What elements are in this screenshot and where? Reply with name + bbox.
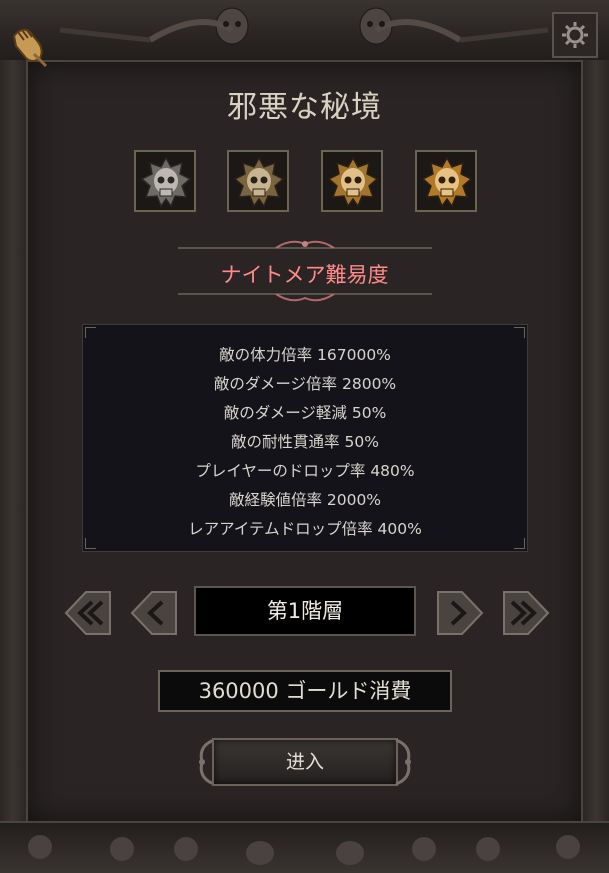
corner-ornament bbox=[85, 538, 96, 549]
skull-gold-icon bbox=[327, 156, 379, 208]
bottom-ornament-border bbox=[0, 821, 609, 873]
stat-enemy-hp: 敵の体力倍率 167000% bbox=[219, 346, 391, 364]
stat-enemy-exp: 敵経験値倍率 2000% bbox=[228, 491, 382, 509]
divider-top bbox=[178, 240, 432, 249]
difficulty-skull-4[interactable] bbox=[415, 150, 477, 212]
bottom-skull-ornament bbox=[28, 835, 580, 865]
top-skull-ornament bbox=[59, 7, 549, 45]
stats-panel: 敵の体力倍率 167000% 敵のダメージ倍率 2800% 敵のダメージ軽減 5… bbox=[82, 324, 528, 552]
left-border bbox=[0, 60, 28, 823]
skull-silver-icon bbox=[140, 156, 192, 208]
top-ornament-border bbox=[0, 0, 609, 62]
difficulty-skull-1[interactable] bbox=[134, 150, 196, 212]
corner-ornament bbox=[85, 327, 96, 338]
skull-bronze-icon bbox=[233, 156, 285, 208]
stat-enemy-penetration: 敵の耐性貫通率 50% bbox=[231, 433, 379, 451]
right-border bbox=[581, 60, 609, 823]
stat-player-drop-rate: プレイヤーのドロップ率 480% bbox=[195, 462, 415, 480]
stat-enemy-damage-reduction: 敵のダメージ軽減 50% bbox=[223, 404, 387, 422]
page-title: 邪悪な秘境 bbox=[227, 90, 382, 125]
divider-bottom bbox=[178, 293, 432, 302]
first-floor-button[interactable] bbox=[62, 588, 114, 638]
floor-display: 第1階層 bbox=[194, 586, 416, 636]
stat-enemy-damage: 敵のダメージ倍率 2800% bbox=[213, 375, 397, 393]
skull-gold-icon bbox=[421, 156, 473, 208]
corner-ornament bbox=[514, 538, 525, 549]
enter-button[interactable]: 进入 bbox=[212, 738, 398, 786]
difficulty-skull-3[interactable] bbox=[321, 150, 383, 212]
next-floor-button[interactable] bbox=[434, 588, 486, 638]
enter-ornament-right bbox=[395, 738, 411, 786]
gear-icon bbox=[562, 22, 588, 48]
prev-floor-button[interactable] bbox=[128, 588, 180, 638]
settings-button[interactable] bbox=[552, 12, 598, 58]
last-floor-button[interactable] bbox=[500, 588, 552, 638]
corner-ornament bbox=[514, 327, 525, 338]
stat-rare-drop: レアアイテムドロップ倍率 400% bbox=[188, 520, 422, 538]
hand-cursor-icon bbox=[12, 28, 48, 68]
difficulty-label: ナイトメア難易度 bbox=[220, 263, 389, 287]
difficulty-skull-2[interactable] bbox=[227, 150, 289, 212]
gold-cost: 360000 ゴールド消費 bbox=[158, 670, 452, 712]
